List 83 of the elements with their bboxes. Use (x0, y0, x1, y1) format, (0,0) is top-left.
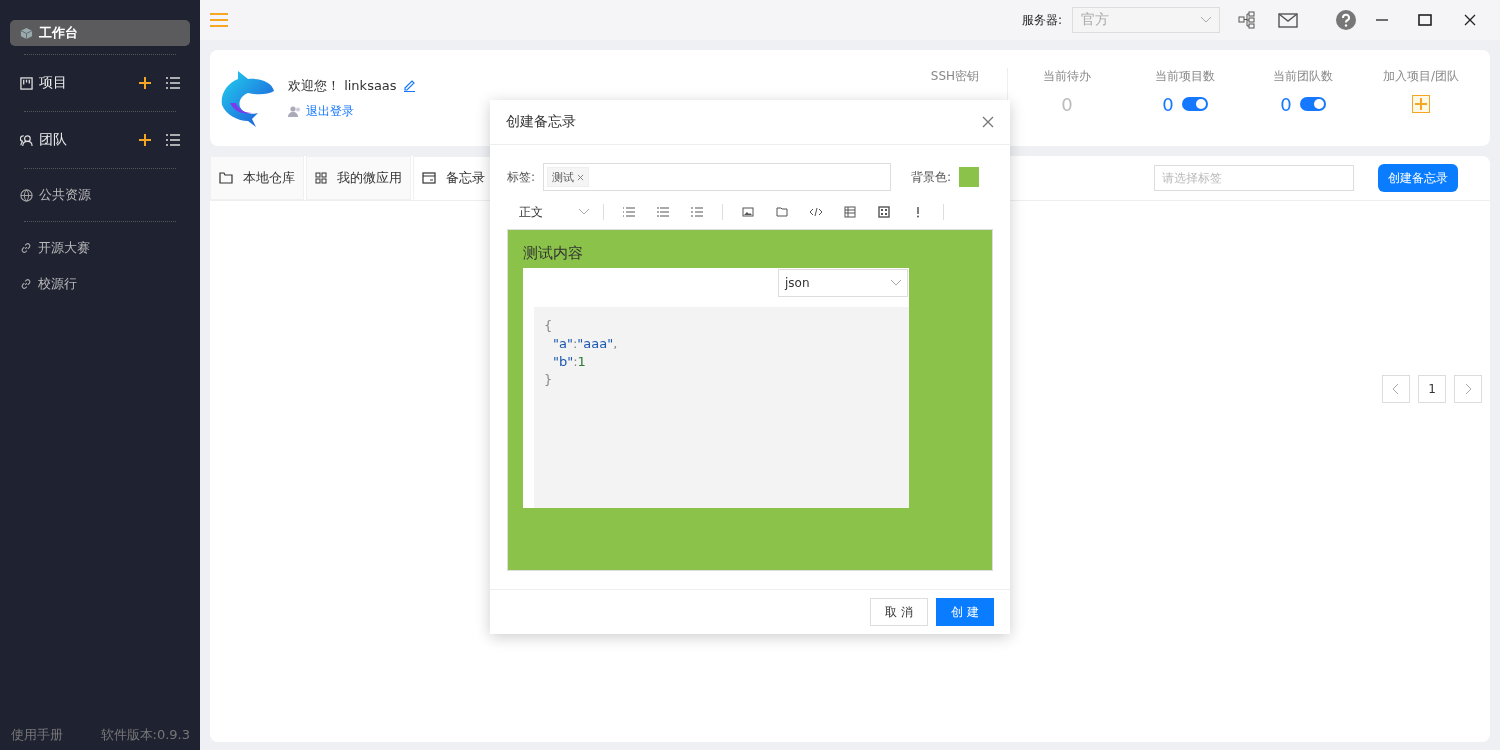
numbered-list-icon[interactable] (657, 206, 669, 218)
sidebar-item-label: 工作台 (39, 24, 78, 42)
toggle-switch[interactable] (1181, 97, 1208, 111)
sidebar-item[interactable]: 公共资源 (10, 177, 190, 213)
chevron-right-icon (1465, 384, 1471, 394)
list-icon[interactable] (166, 134, 180, 146)
sidebar-item[interactable]: 工作台 (10, 20, 190, 46)
bg-color-label: 背景色: (910, 168, 951, 186)
sidebar-item-label: 开源大赛 (38, 239, 90, 257)
editor-heading: 测试内容 (523, 244, 584, 263)
edit-icon[interactable] (402, 79, 416, 92)
image-icon[interactable] (742, 206, 754, 218)
task-list-icon[interactable] (691, 206, 703, 218)
version-text: 软件版本:0.9.3 (100, 726, 190, 744)
dialog-title: 创建备忘录 (506, 113, 576, 131)
page-button[interactable]: 1 (1418, 375, 1446, 403)
tag-filter-field[interactable]: 请选择标签 (1154, 165, 1354, 191)
stat-label: SSH密钥 (930, 68, 980, 85)
table-icon[interactable] (844, 206, 856, 218)
help-icon[interactable] (1336, 10, 1356, 30)
welcome-text: 欢迎您！ linksaas (288, 76, 397, 95)
card-icon (422, 172, 436, 184)
stat-value: 0 (1162, 93, 1174, 115)
tags-label: 标签: (507, 168, 536, 186)
stat-value: 0 (1061, 93, 1073, 115)
sidebar-item[interactable]: 校源行 (10, 266, 190, 302)
link-icon (20, 242, 32, 254)
editor-area[interactable]: 测试内容 json { "a":"aaa", "b":1 } (507, 229, 993, 571)
sidebar-item-label: 校源行 (38, 275, 77, 293)
code-line: { (544, 318, 553, 333)
create-memo-button[interactable]: 创建备忘录 (1378, 164, 1458, 192)
globe-icon (20, 188, 33, 202)
stat-label: 当前项目数 (1155, 68, 1215, 85)
stat-label: 当前团队数 (1273, 68, 1333, 85)
caret-icon (1201, 17, 1211, 23)
list-icon[interactable] (166, 77, 180, 89)
code-icon[interactable] (810, 206, 822, 218)
remove-tag-icon[interactable] (577, 173, 585, 181)
board-icon (20, 76, 33, 90)
plus-icon[interactable] (138, 133, 152, 147)
heading-select[interactable]: 正文 (507, 203, 595, 221)
close-icon[interactable] (1464, 14, 1476, 26)
link-icon (20, 278, 32, 290)
sidebar-item[interactable]: 项目 (10, 63, 190, 103)
tags-field[interactable]: 测试 (543, 163, 891, 191)
bullet-list-icon[interactable] (623, 206, 635, 218)
code-line: } (544, 372, 553, 387)
code-line: "a":"aaa", (552, 336, 618, 351)
sidebar-item-label: 项目 (39, 74, 67, 92)
cube-icon (20, 26, 33, 40)
server-label: 服务器: (1021, 11, 1062, 29)
users-icon (288, 105, 302, 117)
sidebar-item-label: 公共资源 (39, 186, 91, 204)
code-line: "b":1 (552, 354, 586, 369)
sidebar-item[interactable]: 团队 (10, 120, 190, 160)
people-icon (20, 133, 33, 147)
mail-icon[interactable] (1278, 12, 1298, 28)
stat-value: 0 (1280, 93, 1292, 115)
sidebar-item[interactable]: 开源大赛 (10, 230, 190, 266)
language-select[interactable]: json (778, 269, 908, 297)
maximize-icon[interactable] (1418, 14, 1432, 26)
tab[interactable]: 我的微应用 (306, 156, 411, 200)
folder-icon (219, 172, 233, 184)
grid-icon (315, 172, 327, 184)
tag-chip: 测试 (547, 167, 590, 187)
chevron-left-icon (1393, 384, 1399, 394)
network-icon[interactable] (1238, 11, 1256, 29)
grid-icon[interactable] (878, 206, 890, 218)
stat-label: 当前待办 (1043, 68, 1091, 85)
create-button[interactable]: 创 建 (936, 598, 994, 626)
tab[interactable]: 本地仓库 (210, 156, 304, 200)
manual-link[interactable]: 使用手册 (11, 726, 63, 744)
caret-icon (579, 209, 589, 215)
stat-label: 加入项目/团队 (1382, 68, 1459, 85)
sidebar-item-label: 团队 (39, 131, 67, 149)
color-swatch[interactable] (959, 167, 979, 187)
caret-icon (891, 280, 901, 286)
logo-icon (220, 69, 276, 127)
logout-link[interactable]: 退出登录 (306, 102, 354, 120)
folder-icon[interactable] (776, 206, 788, 218)
plus-icon[interactable] (138, 76, 152, 90)
cancel-button[interactable]: 取 消 (870, 598, 929, 626)
toggle-switch[interactable] (1299, 97, 1326, 111)
